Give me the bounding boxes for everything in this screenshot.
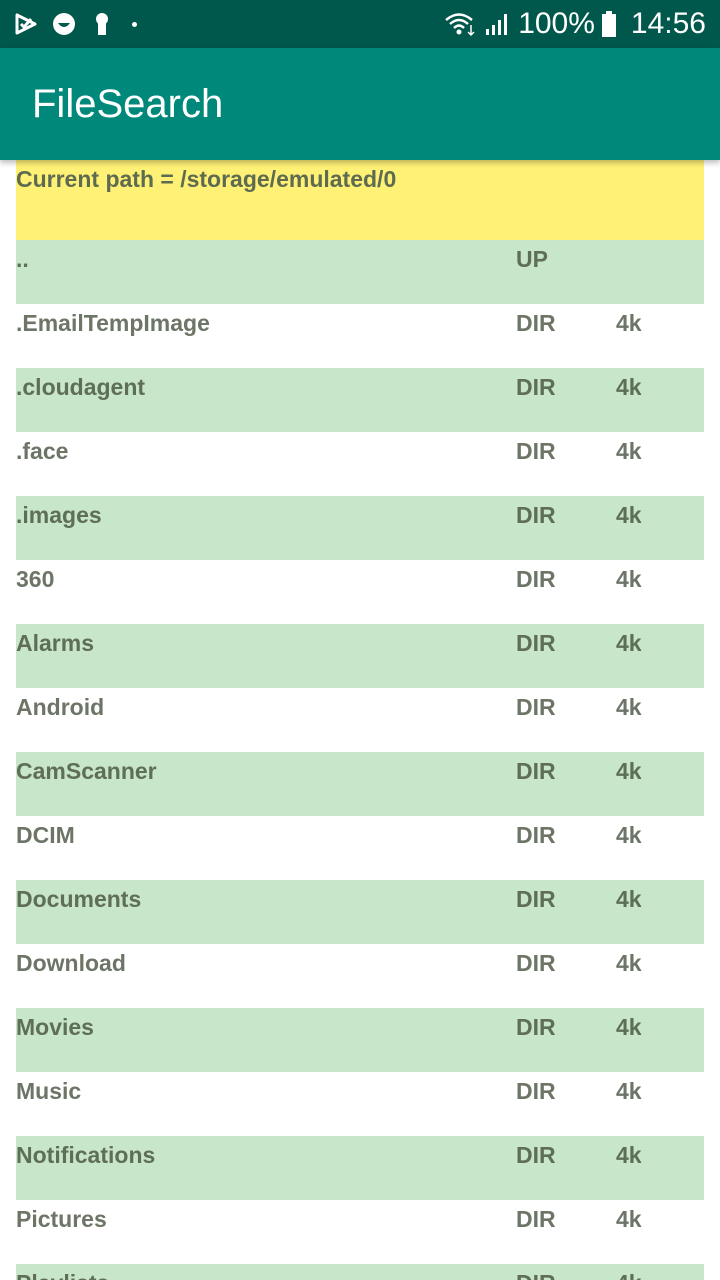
file-size: 4k xyxy=(616,1078,642,1104)
file-type: DIR xyxy=(516,950,556,976)
file-size: 4k xyxy=(616,1014,642,1040)
file-size: 4k xyxy=(616,566,642,592)
file-name: Android xyxy=(16,694,105,720)
file-type: DIR xyxy=(516,566,556,592)
file-type: DIR xyxy=(516,1142,556,1168)
file-name: .EmailTempImage xyxy=(16,310,210,336)
file-type: DIR xyxy=(516,1014,556,1040)
check-notification-icon xyxy=(14,12,38,36)
file-name: Movies xyxy=(16,1014,94,1040)
file-row[interactable]: Download DIR 4k xyxy=(16,944,704,1008)
file-type: DIR xyxy=(516,758,556,784)
file-type: DIR xyxy=(516,310,556,336)
file-row[interactable]: .images DIR 4k xyxy=(16,496,704,560)
file-name: .. xyxy=(16,246,29,272)
file-size: 4k xyxy=(616,1142,642,1168)
app-title: FileSearch xyxy=(32,82,224,126)
status-bar-notifications xyxy=(0,12,137,36)
file-row[interactable]: .face DIR 4k xyxy=(16,432,704,496)
file-size: 4k xyxy=(616,886,642,912)
file-type: DIR xyxy=(516,502,556,528)
file-name: Alarms xyxy=(16,630,94,656)
signal-icon xyxy=(484,12,512,36)
file-size: 4k xyxy=(616,310,642,336)
file-type: DIR xyxy=(516,1270,556,1280)
app-bar: FileSearch xyxy=(0,48,720,160)
file-name: Playlists xyxy=(16,1270,109,1280)
clock: 14:56 xyxy=(630,7,706,40)
file-name: Pictures xyxy=(16,1206,107,1232)
file-row[interactable]: 360 DIR 4k xyxy=(16,560,704,624)
file-type: DIR xyxy=(516,886,556,912)
file-size: 4k xyxy=(616,758,642,784)
file-type: DIR xyxy=(516,438,556,464)
file-size: 4k xyxy=(616,694,642,720)
status-bar: 100% 14:56 xyxy=(0,0,720,48)
file-size: 4k xyxy=(616,1206,642,1232)
file-type: DIR xyxy=(516,374,556,400)
file-size: 4k xyxy=(616,1270,642,1280)
wifi-icon xyxy=(444,12,478,37)
file-size: 4k xyxy=(616,630,642,656)
file-row[interactable]: Movies DIR 4k xyxy=(16,1008,704,1072)
dot-icon xyxy=(132,21,137,27)
file-list: .. UP .EmailTempImage DIR 4k .cloudagent DIR 4k… xyxy=(16,240,704,1280)
file-name: Documents xyxy=(16,886,142,912)
file-name: DCIM xyxy=(16,822,75,848)
file-type: DIR xyxy=(516,822,556,848)
file-type: DIR xyxy=(516,1078,556,1104)
current-path-panel: Current path = /storage/emulated/0 xyxy=(16,160,704,240)
file-size: 4k xyxy=(616,374,642,400)
file-name: Notifications xyxy=(16,1142,156,1168)
file-browser[interactable]: Current path = /storage/emulated/0 .. UP.… xyxy=(16,160,704,1280)
file-row[interactable]: Notifications DIR 4k xyxy=(16,1136,704,1200)
file-type: DIR xyxy=(516,694,556,720)
file-name: .face xyxy=(16,438,69,464)
file-row[interactable]: Pictures DIR 4k xyxy=(16,1200,704,1264)
file-type: DIR xyxy=(516,1206,556,1232)
file-row[interactable]: Playlists DIR 4k xyxy=(16,1264,704,1280)
file-size: 4k xyxy=(616,950,642,976)
file-type: UP xyxy=(516,246,548,272)
file-name: Music xyxy=(16,1078,82,1104)
file-size: 4k xyxy=(616,438,642,464)
file-row[interactable]: Android DIR 4k xyxy=(16,688,704,752)
battery-percent: 100% xyxy=(518,7,595,40)
smiley-icon xyxy=(52,12,76,36)
file-row[interactable]: DCIM DIR 4k xyxy=(16,816,704,880)
file-name: CamScanner xyxy=(16,758,157,784)
keyhole-icon xyxy=(90,12,114,36)
file-row[interactable]: Music DIR 4k xyxy=(16,1072,704,1136)
file-row[interactable]: .EmailTempImage DIR 4k xyxy=(16,304,704,368)
status-bar-system: 100% 14:56 xyxy=(444,7,720,41)
file-name: 360 xyxy=(16,566,55,592)
file-row[interactable]: .. UP xyxy=(16,240,704,304)
battery-icon xyxy=(601,11,617,37)
file-name: .cloudagent xyxy=(16,374,146,400)
file-type: DIR xyxy=(516,630,556,656)
file-row[interactable]: Documents DIR 4k xyxy=(16,880,704,944)
file-name: Download xyxy=(16,950,126,976)
file-row[interactable]: .cloudagent DIR 4k xyxy=(16,368,704,432)
file-size: 4k xyxy=(616,822,642,848)
file-size: 4k xyxy=(616,502,642,528)
file-name: .images xyxy=(16,502,102,528)
file-row[interactable]: Alarms DIR 4k xyxy=(16,624,704,688)
current-path-label: Current path = /storage/emulated/0 xyxy=(16,166,397,192)
file-row[interactable]: CamScanner DIR 4k xyxy=(16,752,704,816)
